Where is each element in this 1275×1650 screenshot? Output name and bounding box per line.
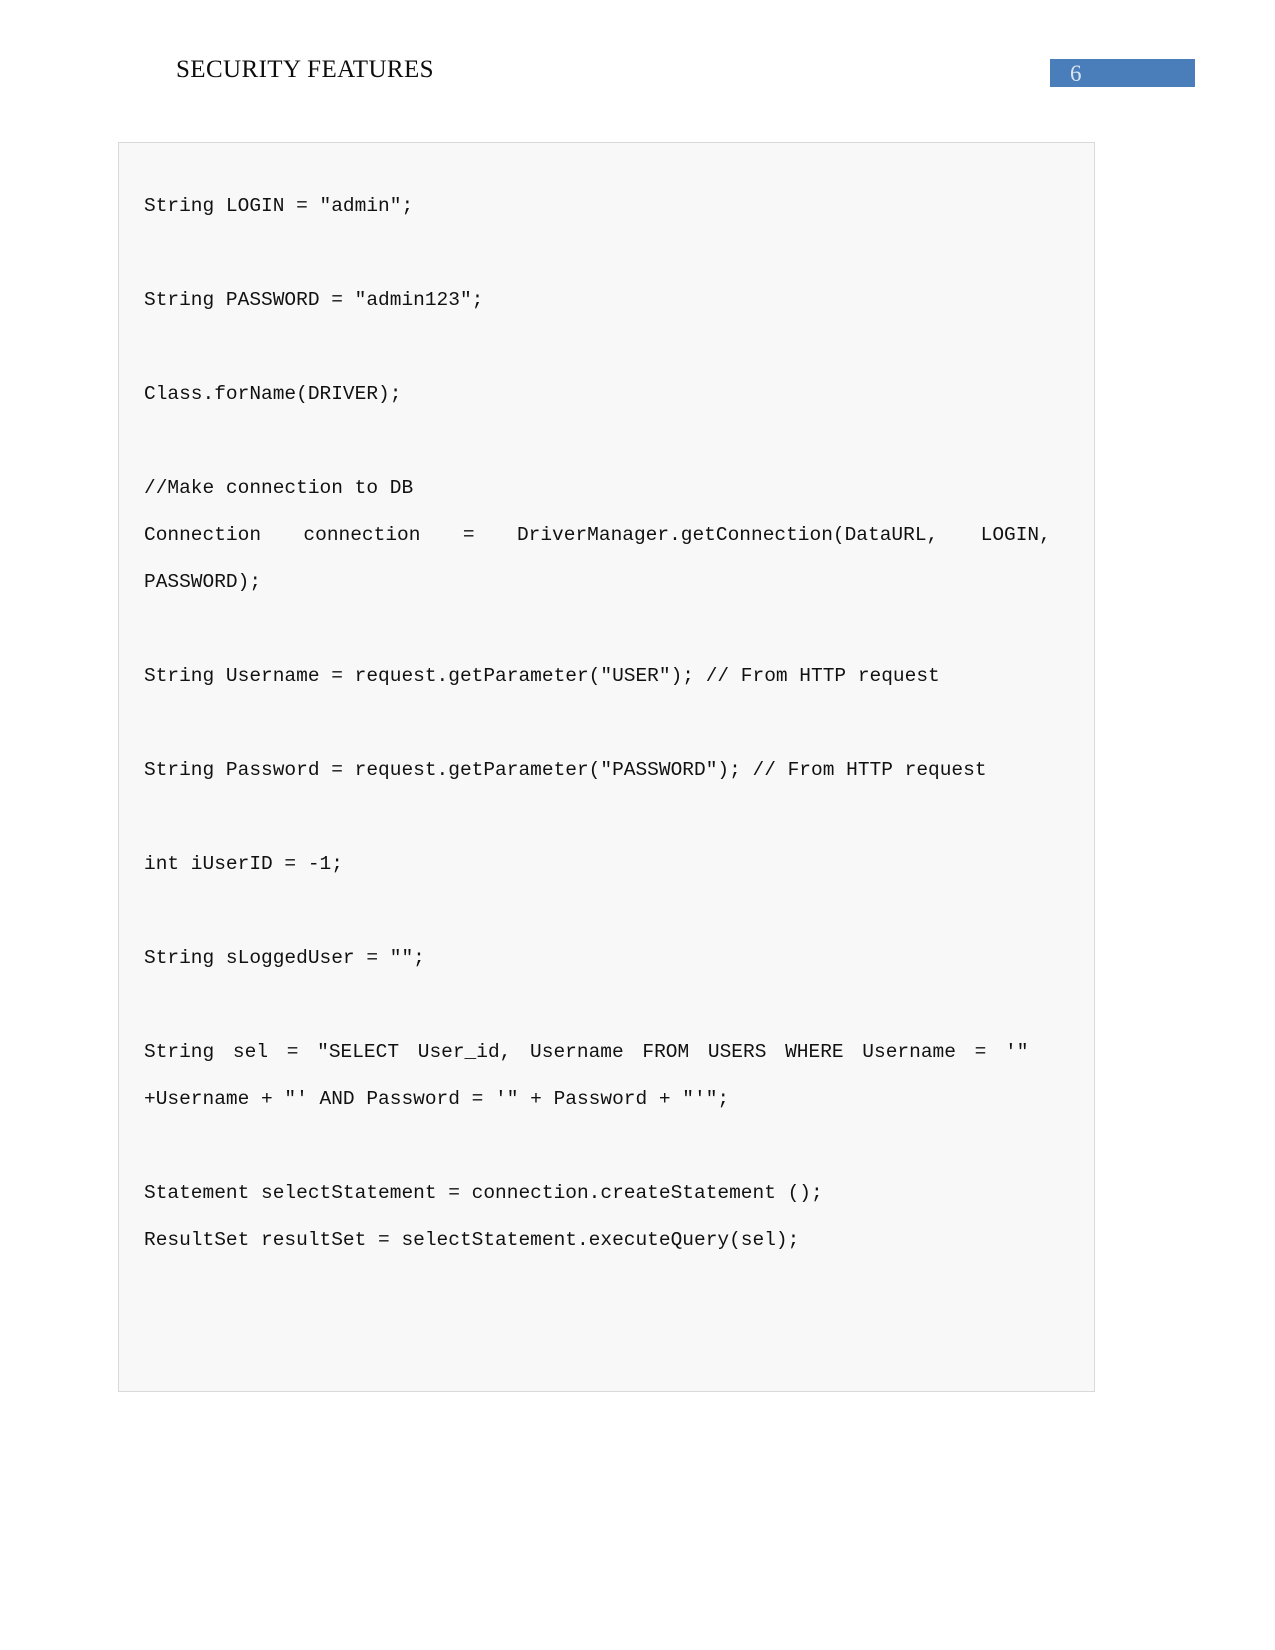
code-line-spacer [144, 418, 1069, 465]
code-line-spacer [144, 888, 1069, 935]
code-line: String Password = request.getParameter("… [144, 759, 987, 781]
code-line: Statement selectStatement = connection.c… [144, 1182, 823, 1204]
code-line: int iUserID = -1; [144, 853, 343, 875]
code-line: String PASSWORD = "admin123"; [144, 289, 484, 311]
code-line-spacer [144, 700, 1069, 747]
code-comment-line: //Make connection to DB [144, 477, 414, 499]
code-block: String LOGIN = "admin"; String PASSWORD … [118, 142, 1095, 1392]
code-line-spacer [144, 794, 1069, 841]
page-number-label: 6 [1070, 61, 1082, 86]
code-line-continuation: PASSWORD); [144, 571, 262, 593]
code-line-spacer [144, 230, 1069, 277]
code-line-continuation: +Username + "' AND Password = '" + Passw… [144, 1088, 730, 1110]
code-line: Connection connection = DriverManager.ge… [144, 524, 1051, 546]
page-number-badge: 6 [1050, 59, 1195, 87]
code-line: Class.forName(DRIVER); [144, 383, 402, 405]
code-line: String Username = request.getParameter("… [144, 665, 940, 687]
code-line: String sLoggedUser = ""; [144, 947, 425, 969]
code-line: ResultSet resultSet = selectStatement.ex… [144, 1229, 800, 1251]
code-line-spacer [144, 982, 1069, 1029]
code-line-spacer [144, 324, 1069, 371]
code-line: String sel = "SELECT User_id, Username F… [144, 1041, 1029, 1063]
page-header: SECURITY FEATURES 6 [0, 0, 1275, 120]
code-line-spacer [144, 606, 1069, 653]
code-line: String LOGIN = "admin"; [144, 195, 414, 217]
page-title: SECURITY FEATURES [176, 56, 434, 83]
code-line-spacer [144, 1123, 1069, 1170]
code-content: String LOGIN = "admin"; String PASSWORD … [144, 183, 1069, 1264]
